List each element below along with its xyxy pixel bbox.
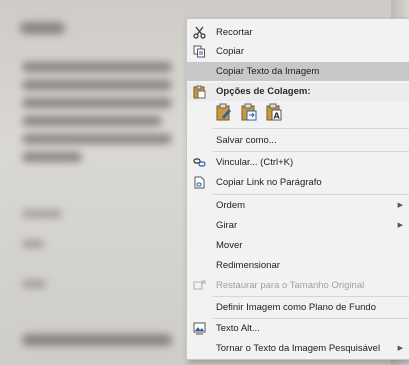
menu-item-label: Vincular... (Ctrl+K) — [216, 157, 294, 168]
menu-item-mover[interactable]: Mover — [187, 236, 409, 255]
paste-keep-formatting-icon[interactable] — [216, 103, 232, 121]
menu-item-label: Girar — [216, 220, 238, 231]
submenu-arrow-icon: ▶ — [397, 345, 403, 352]
menu-item-label: Redimensionar — [216, 260, 280, 271]
menu-item-tornar-pesquisavel[interactable]: Tornar o Texto da Imagem Pesquisável ▶ — [187, 339, 409, 358]
submenu-arrow-icon: ▶ — [397, 222, 403, 229]
menu-item-definir-plano-fundo[interactable]: Definir Imagem como Plano de Fundo — [187, 298, 409, 317]
paste-options-header: Opções de Colagem: — [187, 83, 409, 101]
menu-separator — [213, 151, 409, 152]
menu-item-recortar[interactable]: Recortar — [187, 23, 409, 42]
menu-item-redimensionar[interactable]: Redimensionar — [187, 256, 409, 275]
menu-item-label: Salvar como... — [216, 135, 277, 146]
context-menu: Recortar Copiar Copiar Texto da Imagem O… — [186, 18, 409, 360]
menu-item-label: Texto Alt... — [216, 323, 260, 334]
menu-item-copiar-link-paragrafo[interactable]: Copiar Link no Parágrafo — [187, 173, 409, 192]
menu-item-label: Mover — [216, 240, 243, 251]
menu-item-label: Copiar — [216, 46, 244, 57]
menu-item-texto-alt[interactable]: Texto Alt... — [187, 319, 409, 338]
menu-item-label: Ordem — [216, 200, 246, 211]
link-icon — [193, 156, 206, 169]
menu-item-label: Copiar Texto da Imagem — [216, 66, 320, 77]
document-link-icon — [193, 176, 206, 189]
menu-item-girar[interactable]: Girar ▶ — [187, 216, 409, 235]
paste-text-only-icon[interactable]: A — [266, 103, 282, 121]
menu-item-copiar[interactable]: Copiar — [187, 42, 409, 61]
alt-text-icon — [193, 322, 206, 335]
paste-picture-icon[interactable] — [241, 103, 257, 121]
menu-item-copiar-texto-imagem[interactable]: Copiar Texto da Imagem — [187, 62, 409, 81]
menu-item-ordem[interactable]: Ordem ▶ — [187, 196, 409, 215]
menu-item-label: Recortar — [216, 27, 253, 38]
submenu-arrow-icon: ▶ — [397, 202, 403, 209]
copy-icon — [193, 45, 206, 58]
paste-options-row: A — [216, 103, 282, 125]
svg-text:A: A — [274, 112, 281, 121]
menu-item-label: Definir Imagem como Plano de Fundo — [216, 302, 376, 313]
menu-item-vincular[interactable]: Vincular... (Ctrl+K) — [187, 153, 409, 172]
scissors-icon — [193, 26, 206, 39]
menu-separator — [213, 128, 409, 129]
menu-separator — [213, 194, 409, 195]
menu-item-salvar-como[interactable]: Salvar como... — [187, 131, 409, 150]
menu-item-label: Copiar Link no Parágrafo — [216, 177, 322, 188]
clipboard-icon — [193, 85, 206, 106]
menu-item-label: Restaurar para o Tamanho Original — [216, 280, 365, 291]
restore-size-icon — [193, 279, 206, 292]
paste-options-label: Opções de Colagem: — [216, 86, 311, 97]
menu-item-restaurar-tamanho: Restaurar para o Tamanho Original — [187, 276, 409, 295]
menu-item-label: Tornar o Texto da Imagem Pesquisável — [216, 343, 381, 354]
menu-separator — [213, 296, 409, 297]
